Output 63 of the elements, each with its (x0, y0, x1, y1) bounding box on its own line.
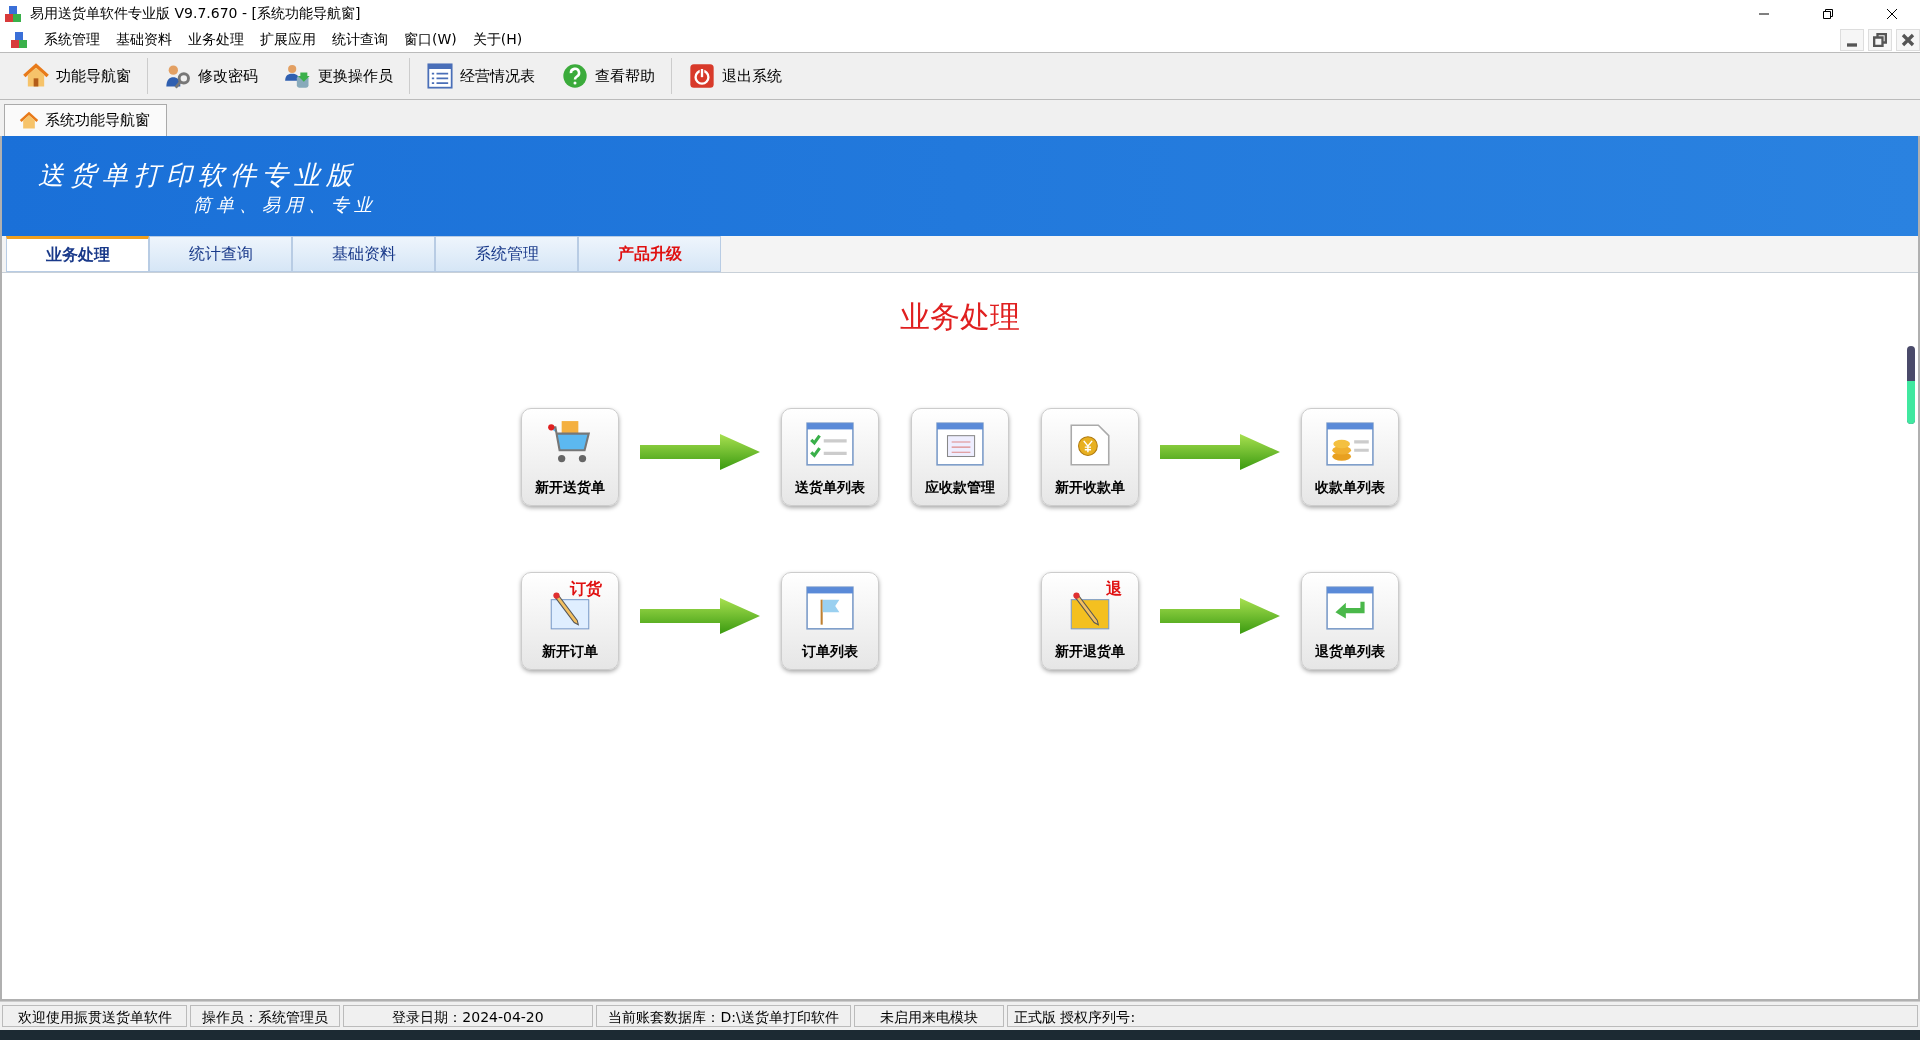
tab[interactable]: 系统管理 (435, 236, 578, 272)
coins-window-icon (1324, 419, 1376, 469)
toolbar-button[interactable]: 经营情况表 (416, 58, 545, 94)
toolbar-button[interactable]: 更换操作员 (274, 58, 403, 94)
status-field: 登录日期：2024-04-20 (343, 1005, 593, 1027)
help-icon (561, 62, 589, 90)
menu-item[interactable]: 统计查询 (332, 31, 388, 49)
banner-title: 送货单打印软件专业版 (38, 159, 359, 192)
menu-item[interactable]: 关于(H) (472, 31, 523, 49)
function-button[interactable]: 应收款管理 (911, 408, 1009, 506)
function-button[interactable]: 新开送货单 (521, 408, 619, 506)
return-arrow-window-icon (1324, 583, 1376, 633)
function-button[interactable]: 订货 新开订单 (521, 572, 619, 670)
function-button[interactable]: 退货单列表 (1301, 572, 1399, 670)
banner-subtitle: 简单、易用、专业 (193, 193, 378, 217)
arrow-icon (640, 432, 760, 472)
notebook-window-icon (934, 419, 986, 469)
menu-item[interactable]: 扩展应用 (260, 31, 316, 49)
toolbar-button[interactable]: 功能导航窗 (12, 58, 141, 94)
app-logo-icon (10, 31, 28, 49)
restore-icon[interactable] (1822, 8, 1834, 20)
function-button[interactable]: 订单列表 (781, 572, 879, 670)
app-logo-icon (4, 5, 22, 23)
icon-caption: 退 (1106, 579, 1122, 600)
mdi-restore-icon[interactable] (1868, 29, 1892, 51)
function-button[interactable]: 送货单列表 (781, 408, 879, 506)
function-button[interactable]: 退 新开退货单 (1041, 572, 1139, 670)
power-icon (688, 62, 716, 90)
mdi-close-icon[interactable] (1896, 29, 1920, 51)
status-field: 正式版 授权序列号: (1007, 1005, 1918, 1027)
toolbar-button[interactable]: 查看帮助 (551, 58, 665, 94)
icon-caption: 订货 (570, 579, 602, 600)
house-icon (19, 110, 39, 131)
tab[interactable]: 产品升级 (578, 236, 721, 272)
function-button[interactable]: 收款单列表 (1301, 408, 1399, 506)
switch-user-icon (284, 62, 312, 90)
arrow-icon (640, 596, 760, 636)
status-field: 欢迎使用振贯送货单软件 (2, 1005, 187, 1027)
toolbar-button[interactable]: 修改密码 (154, 58, 268, 94)
status-field: 操作员：系统管理员 (190, 1005, 340, 1027)
tab[interactable]: 统计查询 (149, 236, 292, 272)
mdi-minimize-icon[interactable] (1840, 29, 1864, 51)
arrow-icon (1160, 432, 1280, 472)
menu-item[interactable]: 系统管理 (44, 31, 100, 49)
menu-item[interactable]: 窗口(W) (404, 31, 457, 49)
menu-item[interactable]: 业务处理 (188, 31, 244, 49)
checklist-window-icon (804, 419, 856, 469)
list-report-icon (426, 62, 454, 90)
document-tab[interactable]: 系统功能导航窗 (4, 104, 167, 136)
tab[interactable]: 基础资料 (292, 236, 435, 272)
status-field: 未启用来电模块 (854, 1005, 1004, 1027)
window-title: 易用送货单软件专业版 V9.7.670 - [系统功能导航窗] (30, 5, 361, 23)
house-icon (22, 62, 50, 90)
tab[interactable]: 业务处理 (6, 236, 149, 272)
close-icon[interactable] (1886, 8, 1898, 20)
section-heading: 业务处理 (900, 298, 1020, 336)
flag-window-icon (804, 583, 856, 633)
status-field: 当前账套数据库：D:\送货单打印软件 (596, 1005, 851, 1027)
gauge-widget-icon (1906, 345, 1916, 425)
menu-item[interactable]: 基础资料 (116, 31, 172, 49)
function-button[interactable]: 新开收款单 (1041, 408, 1139, 506)
arrow-icon (1160, 596, 1280, 636)
toolbar-button[interactable]: 退出系统 (678, 58, 792, 94)
